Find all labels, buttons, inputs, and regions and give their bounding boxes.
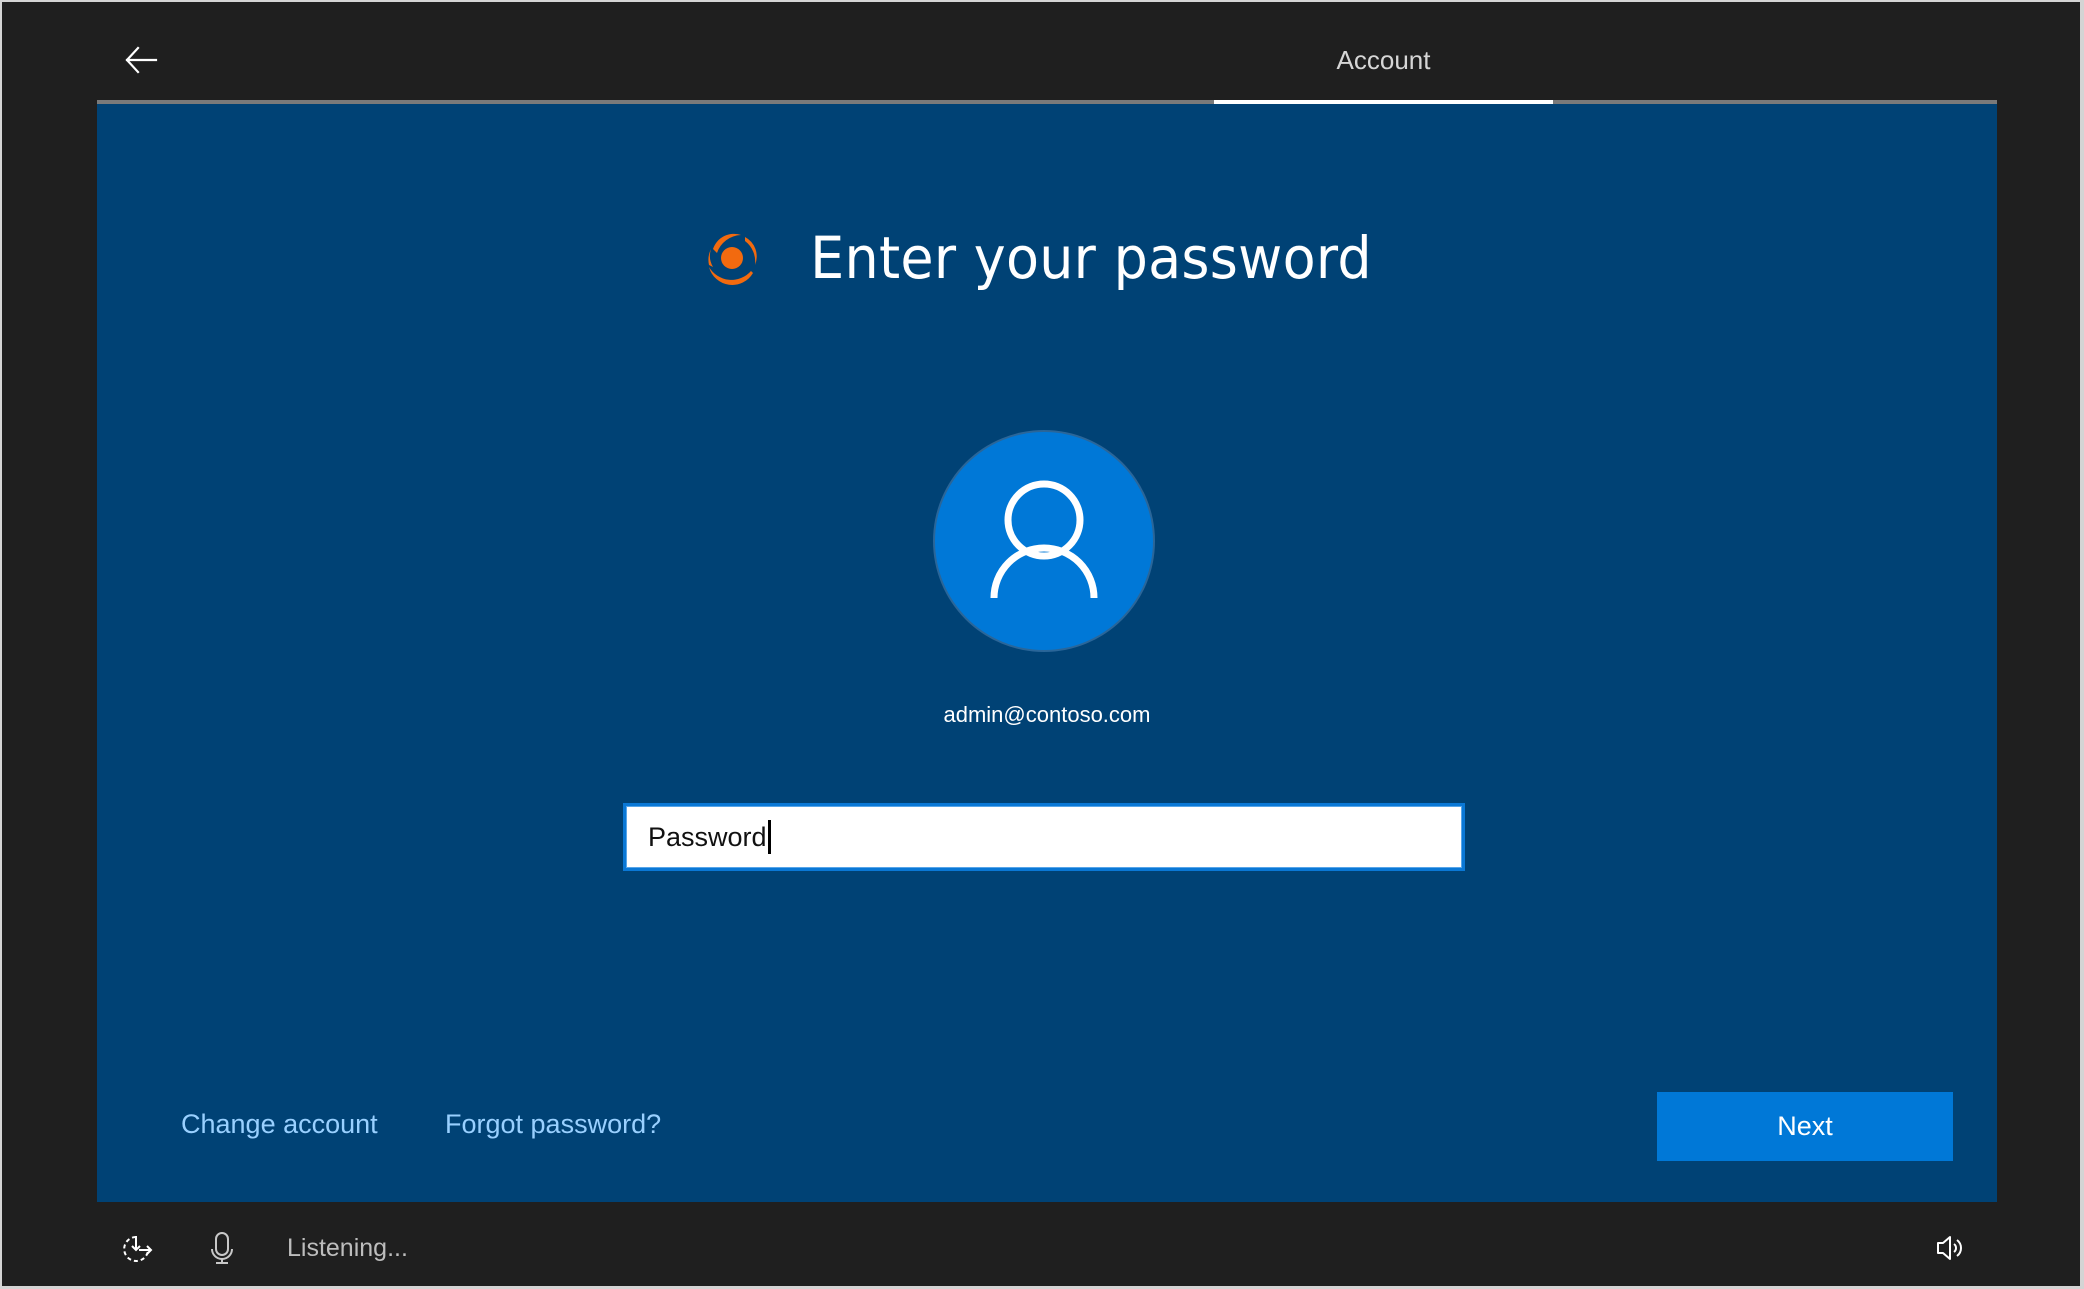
back-button[interactable] xyxy=(118,40,164,80)
step-title: Account xyxy=(1336,45,1431,75)
account-email: admin@contoso.com xyxy=(943,702,1151,727)
oobe-window: Account Enter your password admin@contos… xyxy=(2,2,2080,1286)
ease-of-access-icon xyxy=(123,1236,153,1262)
avatar xyxy=(935,432,1153,650)
password-input[interactable] xyxy=(626,806,1462,868)
person-icon xyxy=(990,480,1098,599)
volume-icon xyxy=(1937,1236,1962,1260)
microphone-button[interactable] xyxy=(205,1228,239,1268)
volume-button[interactable] xyxy=(1932,1230,1968,1266)
back-arrow-icon xyxy=(125,46,158,74)
page-title: Enter your password xyxy=(810,224,1372,292)
change-account-link[interactable]: Change account xyxy=(181,1109,378,1140)
microphone-icon xyxy=(211,1232,233,1264)
orange-swirl-logo-icon xyxy=(708,233,757,285)
forgot-password-link[interactable]: Forgot password? xyxy=(445,1109,661,1140)
voice-status: Listening... xyxy=(287,1234,408,1262)
ease-of-access-button[interactable] xyxy=(118,1230,156,1268)
page-heading: Enter your password xyxy=(97,218,1997,298)
content-panel: Enter your password admin@contoso.com Pa… xyxy=(97,104,1997,1202)
next-button[interactable]: Next xyxy=(1657,1092,1953,1161)
password-field[interactable]: Password xyxy=(623,803,1465,871)
